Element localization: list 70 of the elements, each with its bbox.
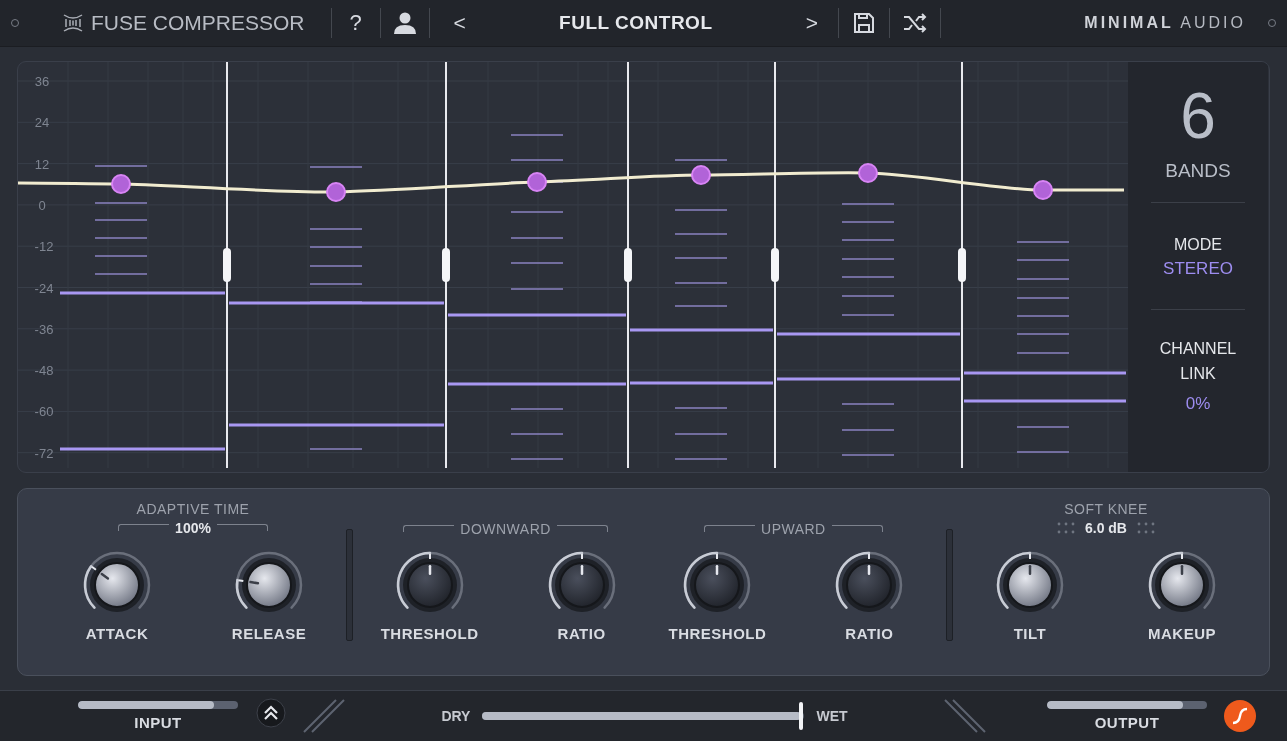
mode-value[interactable]: STEREO: [1163, 258, 1233, 279]
help-button[interactable]: ?: [331, 9, 380, 36]
drag-dots-icon: [1137, 521, 1155, 534]
bracket-line: [216, 524, 268, 532]
band-split-handle[interactable]: [771, 61, 779, 469]
dry-wet-slider[interactable]: [482, 702, 805, 731]
knob-label: MAKEUP: [1147, 624, 1216, 642]
slash-stripes-icon: [943, 698, 987, 735]
group-title: SOFT KNEE: [1064, 500, 1148, 517]
axis-label: -60: [34, 404, 54, 420]
axis-label: -36: [34, 321, 54, 337]
bracket-line: [831, 525, 883, 533]
next-preset-button[interactable]: >: [805, 10, 819, 35]
knob-label: RELEASE: [231, 624, 307, 642]
band-count[interactable]: 6: [1180, 83, 1216, 148]
previous-preset-button[interactable]: <: [453, 10, 466, 35]
band-gain-handle[interactable]: [1033, 179, 1053, 200]
plugin-title: FUSE COMPRESSOR: [91, 10, 305, 35]
dry-label: DRY: [441, 708, 471, 725]
band-split-handle[interactable]: [624, 61, 632, 469]
knob-label: TILT: [1013, 624, 1047, 642]
band-gain-handle[interactable]: [858, 162, 878, 183]
axis-label: -12: [34, 238, 54, 254]
brand-logo: MINIMAL AUDIO: [1084, 13, 1246, 32]
knob-label: THRESHOLD: [668, 624, 767, 642]
band-split-handle[interactable]: [442, 61, 450, 469]
axis-label: -72: [34, 445, 54, 461]
curve-icon[interactable]: [1223, 699, 1257, 734]
group-value[interactable]: 100%: [175, 519, 211, 536]
group-title: DOWNWARD: [460, 520, 551, 537]
axis-label: 24: [34, 114, 50, 130]
input-label: INPUT: [134, 714, 182, 732]
slash-stripes-icon: [302, 698, 346, 735]
preset-name[interactable]: FULL CONTROL: [559, 11, 713, 34]
group-title: ADAPTIVE TIME: [136, 500, 250, 517]
output-label: OUTPUT: [1094, 714, 1160, 732]
bracket-line: [403, 525, 455, 533]
axis-label: 12: [34, 156, 50, 172]
user-icon[interactable]: [392, 11, 417, 34]
axis-label: 36: [34, 73, 50, 89]
axis-label: 0: [38, 197, 46, 213]
knob-label: RATIO: [845, 624, 894, 642]
band-split-handle[interactable]: [958, 61, 966, 469]
wet-label: WET: [816, 708, 848, 725]
group-title: UPWARD: [761, 520, 826, 537]
knob-label: THRESHOLD: [380, 624, 479, 642]
mode-label: MODE: [1174, 235, 1222, 254]
drag-dots-icon: [1056, 521, 1075, 534]
bracket-line: [704, 525, 756, 533]
knob-label: RATIO: [557, 624, 606, 642]
group-value[interactable]: 6.0 dB: [1084, 519, 1127, 536]
band-gain-handle[interactable]: [691, 164, 711, 185]
double-chevron-up-icon[interactable]: [256, 698, 286, 729]
band-split-handle[interactable]: [223, 61, 231, 469]
channel-link-label: CHANNEL LINK: [1158, 338, 1238, 384]
shuffle-icon[interactable]: [903, 12, 928, 33]
axis-label: -48: [34, 362, 54, 378]
compressor-logo-icon: [62, 11, 84, 34]
bands-label: BANDS: [1165, 159, 1231, 182]
bracket-line: [556, 525, 608, 533]
level-slider[interactable]: [1047, 701, 1207, 710]
level-slider[interactable]: [78, 701, 238, 710]
band-gain-handle[interactable]: [527, 171, 547, 192]
channel-link-value[interactable]: 0%: [1185, 393, 1211, 414]
band-gain-handle[interactable]: [326, 181, 346, 202]
band-gain-handle[interactable]: [111, 173, 131, 194]
axis-label: -24: [34, 280, 54, 296]
save-icon[interactable]: [853, 11, 876, 34]
bracket-line: [118, 524, 170, 532]
knob-label: ATTACK: [85, 624, 149, 642]
